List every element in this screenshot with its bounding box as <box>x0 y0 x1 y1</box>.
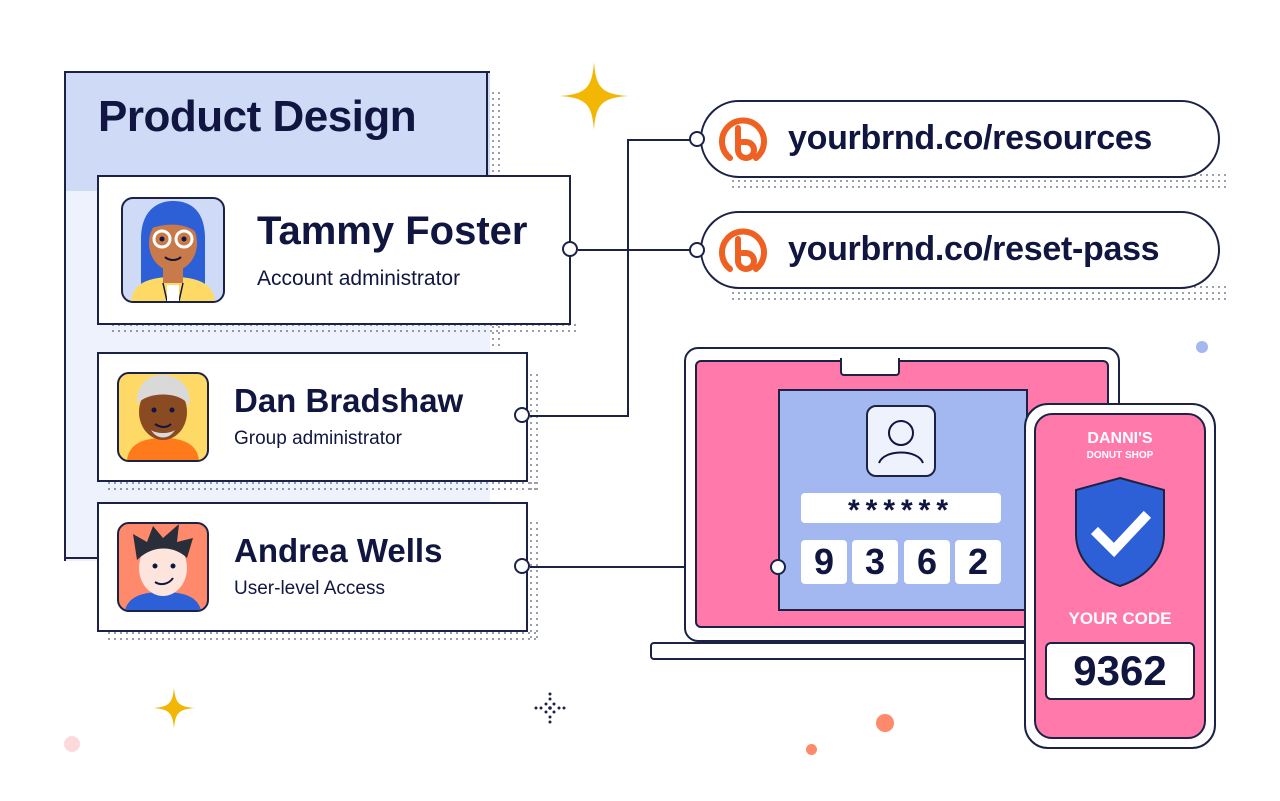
brand-subtitle: DONUT SHOP <box>1086 450 1154 461</box>
connector-node <box>689 131 705 147</box>
member-name: Andrea Wells <box>234 532 443 569</box>
connector-node <box>689 242 705 258</box>
brand-name: DANNI'S <box>1087 430 1153 447</box>
laptop-notch <box>840 358 900 376</box>
member-name: Dan Bradshaw <box>234 382 464 419</box>
member-card[interactable]: Andrea Wells User-level Access <box>97 502 528 632</box>
bitly-logo-icon <box>719 228 767 272</box>
connector-line <box>530 415 628 417</box>
young-man-spiky-hair-avatar-icon <box>125 524 201 610</box>
dotted-sparkle-icon <box>534 692 566 724</box>
laptop-base <box>650 642 1030 660</box>
code-label: YOUR CODE <box>1068 609 1172 628</box>
verification-code: 9362 <box>1045 642 1195 700</box>
connector-node <box>562 241 578 257</box>
bitly-logo-icon <box>719 117 767 161</box>
member-role: Account administrator <box>257 267 461 290</box>
decor-dot <box>1196 341 1208 353</box>
group-title: Product Design <box>98 92 417 141</box>
short-link-pill[interactable]: yourbrnd.co/resources <box>700 100 1220 178</box>
connector-line <box>627 139 697 141</box>
member-card[interactable]: Tammy Foster Account administrator <box>97 175 571 325</box>
avatar <box>117 372 209 462</box>
older-man-gray-hair-avatar-icon <box>127 375 199 460</box>
connector-node <box>514 558 530 574</box>
decor-dot <box>806 744 817 755</box>
connector-node <box>770 559 786 575</box>
member-card[interactable]: Dan Bradshaw Group administrator <box>97 352 528 482</box>
connector-line <box>627 140 629 417</box>
decor-dot <box>876 714 894 732</box>
group-panel-border <box>64 557 98 559</box>
sparkle-star-icon <box>560 62 628 130</box>
avatar <box>121 197 225 303</box>
avatar <box>117 522 209 612</box>
code-digit-box[interactable]: 6 <box>904 540 950 584</box>
sparkle-star-icon <box>153 687 195 729</box>
connector-line <box>578 249 696 251</box>
woman-blue-hair-glasses-avatar-icon <box>131 201 215 301</box>
short-link-url[interactable]: yourbrnd.co/reset-pass <box>788 230 1160 269</box>
halftone-shadow <box>528 372 542 492</box>
code-digit-box[interactable]: 2 <box>955 540 1001 584</box>
short-link-url[interactable]: yourbrnd.co/resources <box>788 119 1152 158</box>
connector-node <box>514 407 530 423</box>
member-role: Group administrator <box>234 428 402 449</box>
shield-check-icon <box>1075 476 1165 588</box>
member-role: User-level Access <box>234 578 385 599</box>
user-profile-icon <box>866 405 936 477</box>
halftone-shadow <box>106 480 536 494</box>
halftone-shadow <box>106 630 536 644</box>
decor-dot <box>64 736 80 752</box>
code-digit-box[interactable]: 3 <box>852 540 898 584</box>
group-header-border <box>486 71 488 191</box>
member-name: Tammy Foster <box>257 209 528 253</box>
short-link-pill[interactable]: yourbrnd.co/reset-pass <box>700 211 1220 289</box>
halftone-shadow <box>528 520 542 640</box>
code-digit-box[interactable]: 9 <box>801 540 847 584</box>
password-field[interactable]: ****** <box>801 493 1001 527</box>
